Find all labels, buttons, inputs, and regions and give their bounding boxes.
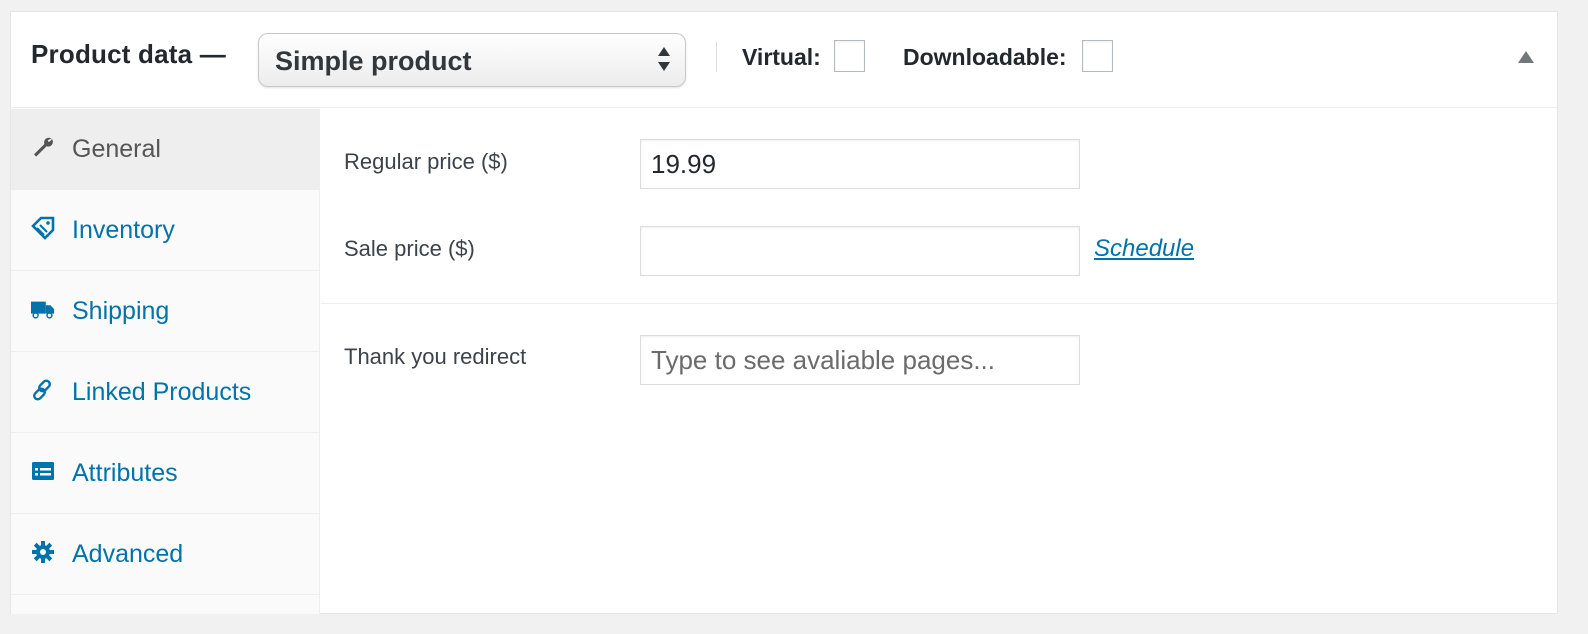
product-data-tabs: General Inventory Shipping Linked Produc… (11, 109, 320, 614)
tab-label: Shipping (72, 297, 170, 325)
tab-label: Advanced (72, 540, 184, 568)
virtual-label: Virtual: (742, 44, 821, 70)
product-data-panel: Product data — Simple product Virtual: D… (10, 11, 1558, 614)
truck-icon (31, 301, 55, 319)
regular-price-input[interactable] (640, 139, 1080, 189)
tab-inventory[interactable]: Inventory (11, 190, 319, 271)
select-arrows-icon (658, 47, 670, 71)
downloadable-label: Downloadable: (903, 44, 1067, 70)
tab-advanced[interactable]: Advanced (11, 514, 319, 595)
tab-general[interactable]: General (11, 109, 319, 190)
triangle-up-icon[interactable] (1517, 50, 1535, 64)
tab-label: General (72, 135, 161, 163)
tag-icon (31, 216, 55, 240)
tab-label: Inventory (72, 216, 175, 244)
sale-price-label: Sale price ($) (344, 236, 475, 261)
panel-title: Product data — (31, 39, 226, 69)
link-icon (33, 379, 51, 401)
gear-icon (32, 541, 54, 563)
tab-linked-products[interactable]: Linked Products (11, 352, 319, 433)
downloadable-checkbox[interactable] (1082, 40, 1113, 72)
wrench-icon (34, 137, 53, 157)
section-divider (321, 303, 1557, 304)
thank-you-redirect-label: Thank you redirect (344, 344, 527, 369)
sale-price-input[interactable] (640, 226, 1080, 276)
schedule-link[interactable]: Schedule (1094, 235, 1194, 263)
tab-label: Linked Products (72, 378, 252, 406)
header-divider (716, 42, 717, 72)
product-type-value: Simple product (275, 46, 472, 76)
list-icon (32, 462, 54, 480)
general-panel: Regular price ($) Sale price ($) Schedul… (321, 109, 1557, 614)
product-type-select[interactable]: Simple product (258, 33, 686, 87)
product-data-header: Product data — Simple product Virtual: D… (11, 12, 1557, 108)
tab-attributes[interactable]: Attributes (11, 433, 319, 514)
tab-label: Attributes (72, 459, 178, 487)
thank-you-redirect-input[interactable] (640, 335, 1080, 385)
regular-price-label: Regular price ($) (344, 149, 508, 174)
tab-shipping[interactable]: Shipping (11, 271, 319, 352)
virtual-checkbox[interactable] (834, 40, 865, 72)
